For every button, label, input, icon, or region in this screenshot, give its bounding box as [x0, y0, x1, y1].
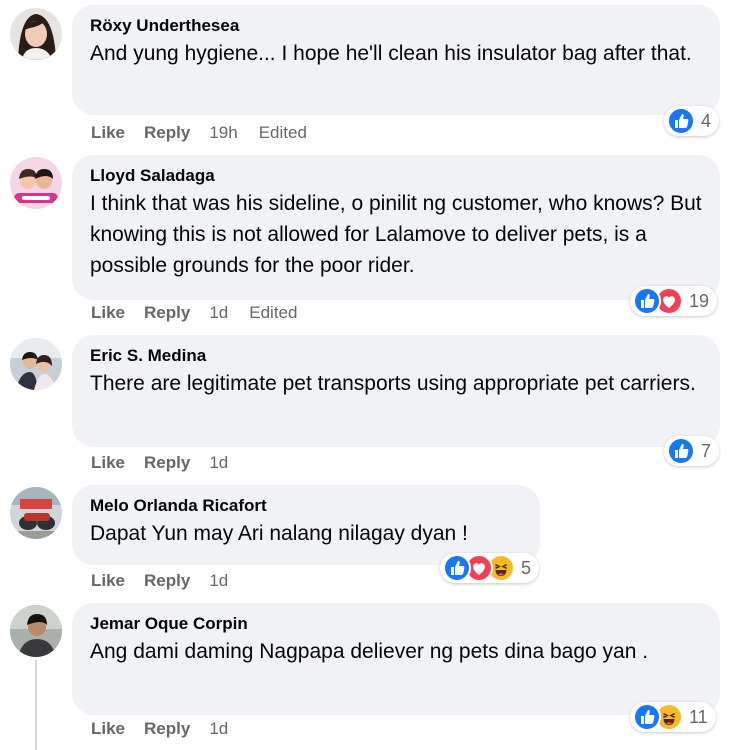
comment-actions: Like Reply 19h Edited — [91, 122, 307, 144]
reaction-summary[interactable]: 11 — [630, 702, 716, 732]
reply-button[interactable]: Reply — [144, 719, 190, 738]
like-icon — [443, 554, 471, 582]
reply-button[interactable]: Reply — [144, 571, 190, 590]
reaction-count: 4 — [701, 111, 712, 131]
reaction-count: 5 — [521, 558, 532, 578]
comment-author[interactable]: Melo Orlanda Ricafort — [90, 495, 522, 517]
comment-text: I think that was his sideline, o pinilit… — [90, 192, 702, 277]
comment-bubble: Eric S. Medina There are legitimate pet … — [72, 335, 720, 447]
reaction-summary[interactable]: 7 — [664, 436, 720, 466]
avatar[interactable] — [10, 605, 62, 657]
reply-button[interactable]: Reply — [144, 303, 190, 322]
comment-actions: Like Reply 1d — [91, 718, 228, 740]
avatar[interactable] — [10, 157, 62, 209]
comment-author[interactable]: Lloyd Saladaga — [90, 165, 702, 187]
reply-button[interactable]: Reply — [144, 123, 190, 142]
like-button[interactable]: Like — [91, 453, 125, 472]
comment-bubble: Jemar Oque Corpin Ang dami daming Nagpap… — [72, 603, 720, 715]
comment-bubble: Lloyd Saladaga I think that was his side… — [72, 155, 720, 300]
like-icon — [633, 287, 661, 315]
comment-timestamp[interactable]: 1d — [209, 571, 228, 590]
comment-bubble: Röxy Underthesea And yung hygiene... I h… — [72, 5, 720, 115]
comment-thread: Röxy Underthesea And yung hygiene... I h… — [0, 0, 750, 750]
comment-text: Dapat Yun may Ari nalang nilagay dyan ! — [90, 522, 468, 545]
edited-label: Edited — [258, 123, 307, 142]
comment-actions: Like Reply 1d — [91, 570, 228, 592]
reaction-summary[interactable]: 4 — [664, 106, 720, 136]
comment-timestamp[interactable]: 1d — [209, 303, 228, 322]
comment-actions: Like Reply 1d — [91, 452, 228, 474]
avatar[interactable] — [10, 487, 62, 539]
avatar[interactable] — [10, 8, 62, 60]
comment-timestamp[interactable]: 1d — [209, 719, 228, 738]
reaction-summary[interactable]: 19 — [630, 286, 718, 316]
comment-text: There are legitimate pet transports usin… — [90, 372, 696, 395]
edited-label: Edited — [249, 303, 298, 322]
like-button[interactable]: Like — [91, 303, 125, 322]
reply-button[interactable]: Reply — [144, 453, 190, 472]
reaction-summary[interactable]: 5 — [440, 553, 540, 583]
reaction-count: 11 — [689, 707, 708, 727]
like-button[interactable]: Like — [91, 123, 125, 142]
like-button[interactable]: Like — [91, 571, 125, 590]
comment-timestamp[interactable]: 19h — [209, 123, 237, 142]
comment-timestamp[interactable]: 1d — [209, 453, 228, 472]
comment-text: Ang dami daming Nagpapa deliever ng pets… — [90, 640, 649, 663]
reply-thread-line — [35, 660, 37, 750]
reaction-count: 7 — [701, 441, 712, 461]
like-button[interactable]: Like — [91, 719, 125, 738]
like-icon — [667, 437, 695, 465]
comment-author[interactable]: Eric S. Medina — [90, 345, 702, 367]
like-icon — [633, 703, 661, 731]
comment-author[interactable]: Jemar Oque Corpin — [90, 613, 702, 635]
avatar[interactable] — [10, 338, 62, 390]
comment-author[interactable]: Röxy Underthesea — [90, 15, 702, 37]
reaction-count: 19 — [689, 291, 710, 311]
comment-actions: Like Reply 1d Edited — [91, 302, 297, 324]
like-icon — [667, 107, 695, 135]
comment-text: And yung hygiene... I hope he'll clean h… — [90, 42, 692, 65]
